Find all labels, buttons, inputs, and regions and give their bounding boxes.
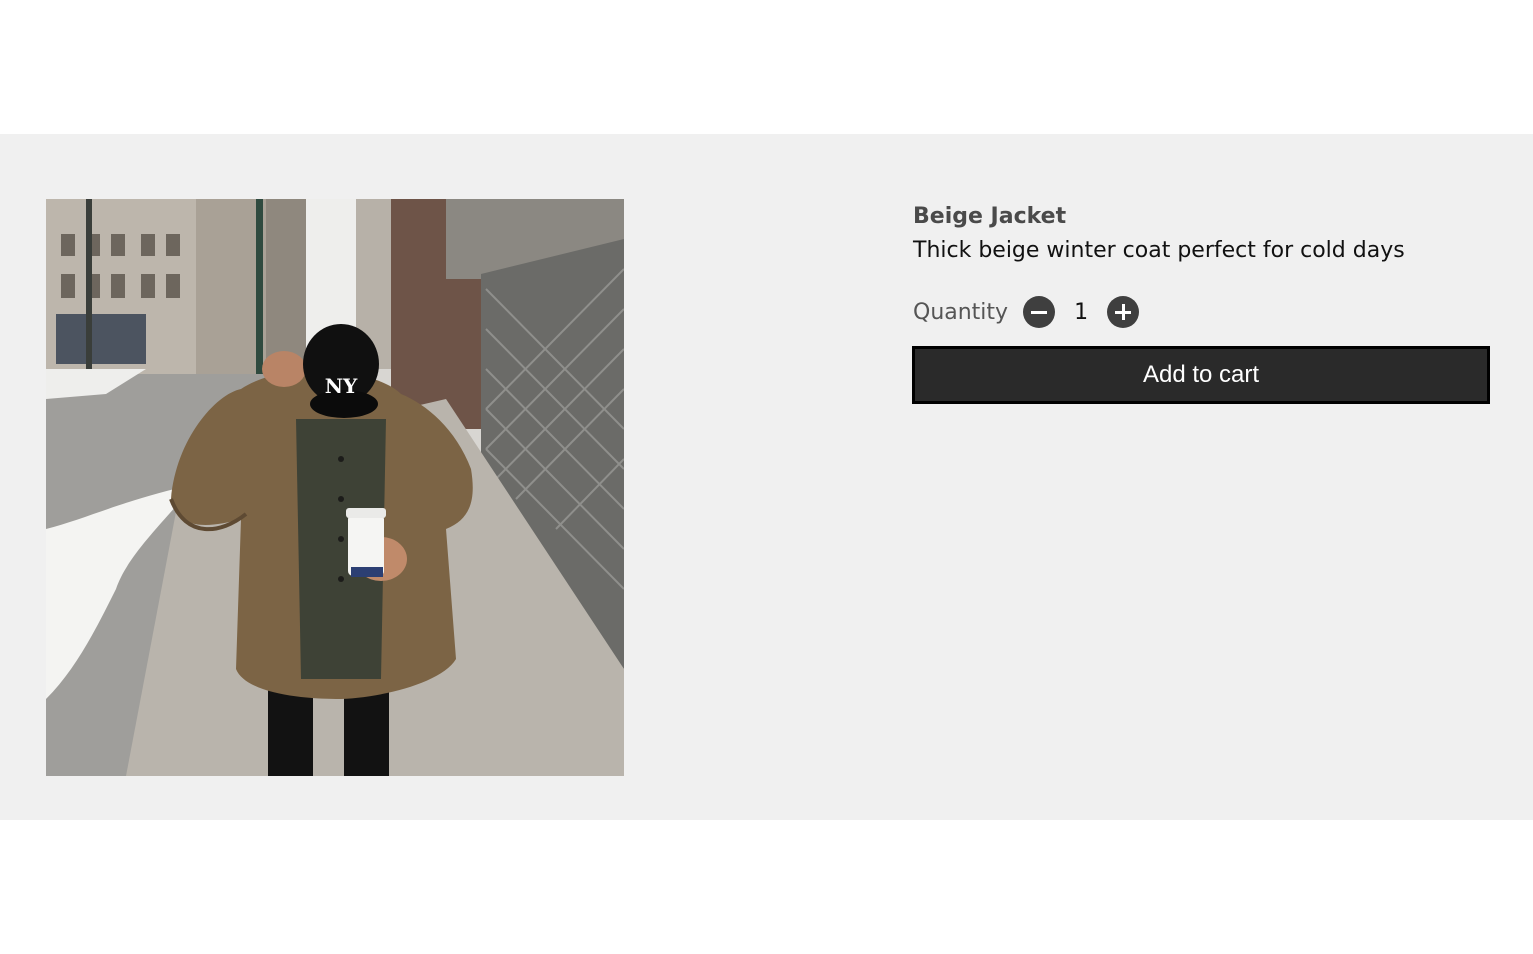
minus-circle-icon (1031, 310, 1048, 314)
decrease-quantity-button[interactable] (1023, 296, 1056, 328)
product-image: NY (46, 199, 624, 776)
svg-text:NY: NY (325, 374, 358, 398)
product-name: Beige Jacket (913, 204, 1067, 229)
quantity-label: Quantity (913, 299, 1009, 325)
quantity-value: 1 (1074, 299, 1089, 325)
product-section: NY Beige Jacket Thick beige winter coat … (0, 134, 1533, 820)
increase-quantity-button[interactable] (1107, 296, 1140, 328)
product-info: Beige Jacket Thick beige winter coat per… (912, 200, 1490, 404)
quantity-selector: Quantity 1 (913, 295, 1490, 329)
add-to-cart-button[interactable]: Add to cart (912, 346, 1490, 404)
product-description: Thick beige winter coat perfect for cold… (913, 238, 1405, 263)
